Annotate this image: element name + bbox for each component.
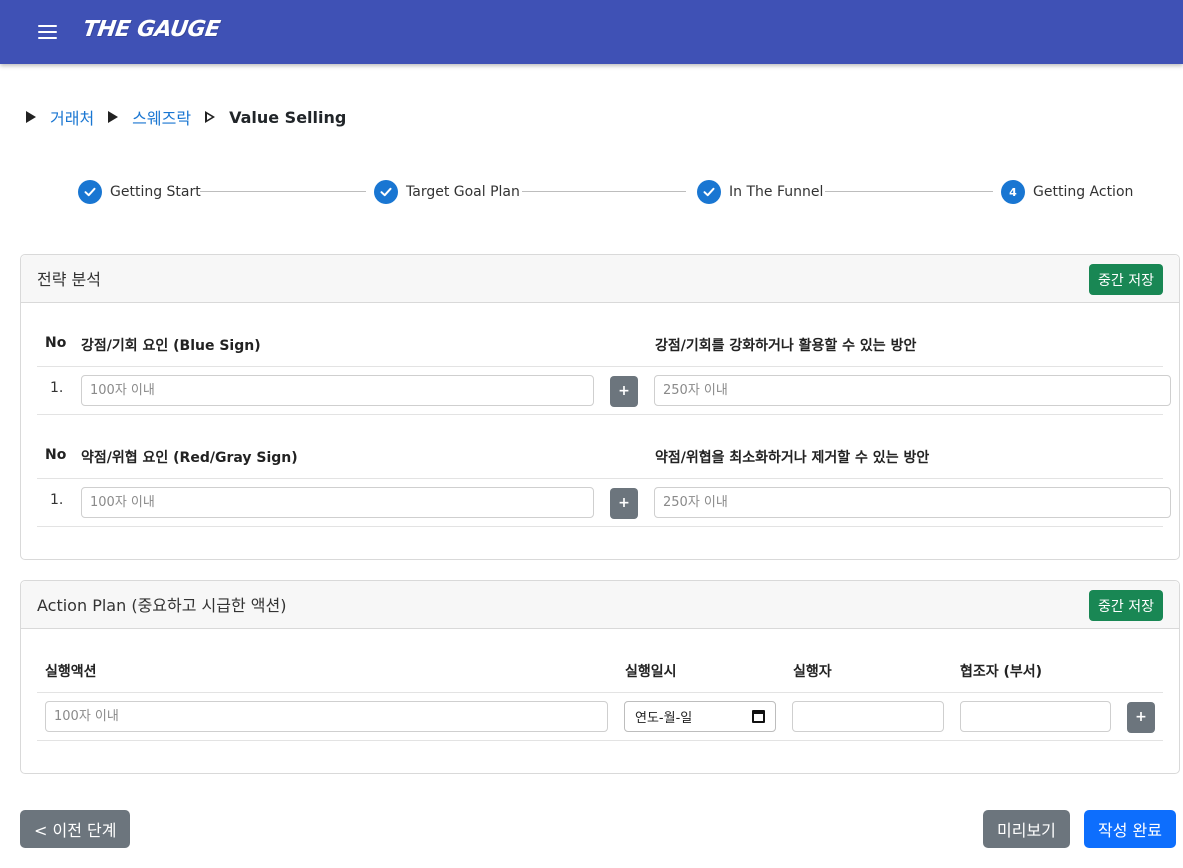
hamburger-menu-icon[interactable] xyxy=(38,25,57,39)
card-title: 전략 분석 xyxy=(37,270,101,289)
add-strength-row-button[interactable]: + xyxy=(610,376,638,407)
column-header-executor: 실행자 xyxy=(793,664,832,680)
action-plan-card: Action Plan (중요하고 시급한 액션) 중간 저장 실행액션 실행일… xyxy=(20,580,1180,774)
card-header: 전략 분석 중간 저장 xyxy=(21,255,1179,303)
action-input[interactable] xyxy=(45,701,608,732)
step-number: 4 xyxy=(1001,180,1025,204)
weakness-plan-input[interactable] xyxy=(654,487,1171,518)
preview-button[interactable]: 미리보기 xyxy=(983,810,1070,848)
row-number: 1. xyxy=(50,380,64,396)
column-header-action: 실행액션 xyxy=(45,664,97,680)
column-header-weakness-factor: 약점/위협 요인 (Red/Gray Sign) xyxy=(81,450,298,466)
previous-step-button[interactable]: < 이전 단계 xyxy=(20,810,131,848)
column-header-weakness-plan: 약점/위협을 최소화하거나 제거할 수 있는 방안 xyxy=(655,450,930,466)
progress-stepper: Getting Start Target Goal Plan In The Fu… xyxy=(78,180,1138,204)
divider xyxy=(37,526,1163,527)
breadcrumb-arrow-icon xyxy=(108,111,119,123)
card-title: Action Plan (중요하고 시급한 액션) xyxy=(37,596,287,615)
interim-save-button[interactable]: 중간 저장 xyxy=(1089,264,1163,295)
step-label: Target Goal Plan xyxy=(406,184,520,200)
check-icon xyxy=(374,180,398,204)
date-placeholder: 연도-월-일 xyxy=(635,711,693,726)
strategy-analysis-card: 전략 분석 중간 저장 No 강점/기회 요인 (Blue Sign) 강점/기… xyxy=(20,254,1180,560)
row-number: 1. xyxy=(50,492,64,508)
executor-input[interactable] xyxy=(792,701,944,732)
step-getting-start[interactable]: Getting Start xyxy=(78,180,201,204)
step-in-the-funnel[interactable]: In The Funnel xyxy=(697,180,823,204)
column-header-collaborator: 협조자 (부서) xyxy=(960,664,1043,680)
divider xyxy=(37,740,1163,741)
divider xyxy=(37,366,1163,367)
divider xyxy=(37,692,1163,693)
column-header-strength-plan: 강점/기회를 강화하거나 활용할 수 있는 방안 xyxy=(655,338,917,354)
app-logo[interactable]: THE GAUGE xyxy=(81,17,221,42)
column-header-strength-factor: 강점/기회 요인 (Blue Sign) xyxy=(81,338,261,354)
divider xyxy=(37,478,1163,479)
complete-button[interactable]: 작성 완료 xyxy=(1084,810,1176,848)
strength-factor-input[interactable] xyxy=(81,375,594,406)
column-header-no: No xyxy=(45,447,67,463)
app-header: THE GAUGE xyxy=(0,0,1183,64)
breadcrumb-item-clients[interactable]: 거래처 xyxy=(50,105,94,129)
step-label: Getting Action xyxy=(1033,184,1134,200)
column-header-no: No xyxy=(45,335,67,351)
breadcrumb: 거래처 스웨즈락 Value Selling xyxy=(26,104,346,130)
breadcrumb-current: Value Selling xyxy=(229,107,347,127)
interim-save-button[interactable]: 중간 저장 xyxy=(1089,590,1163,621)
breadcrumb-arrow-icon xyxy=(26,111,36,123)
step-connector xyxy=(825,191,993,192)
check-icon xyxy=(697,180,721,204)
step-connector xyxy=(522,191,686,192)
add-action-row-button[interactable]: + xyxy=(1127,702,1155,733)
step-connector xyxy=(200,191,366,192)
column-header-date: 실행일시 xyxy=(625,664,677,680)
step-label: In The Funnel xyxy=(729,184,824,200)
weakness-factor-input[interactable] xyxy=(81,487,594,518)
card-header: Action Plan (중요하고 시급한 액션) 중간 저장 xyxy=(21,581,1179,629)
step-target-goal-plan[interactable]: Target Goal Plan xyxy=(374,180,520,204)
divider xyxy=(37,414,1163,415)
step-label: Getting Start xyxy=(110,184,201,200)
calendar-icon[interactable] xyxy=(752,710,765,723)
add-weakness-row-button[interactable]: + xyxy=(610,488,638,519)
step-getting-action[interactable]: 4 Getting Action xyxy=(1001,180,1133,204)
date-picker[interactable]: 연도-월-일 xyxy=(624,701,776,732)
breadcrumb-arrow-outline-icon xyxy=(205,111,216,123)
breadcrumb-item-company[interactable]: 스웨즈락 xyxy=(132,105,191,129)
check-icon xyxy=(78,180,102,204)
strength-plan-input[interactable] xyxy=(654,375,1171,406)
collaborator-input[interactable] xyxy=(960,701,1111,732)
